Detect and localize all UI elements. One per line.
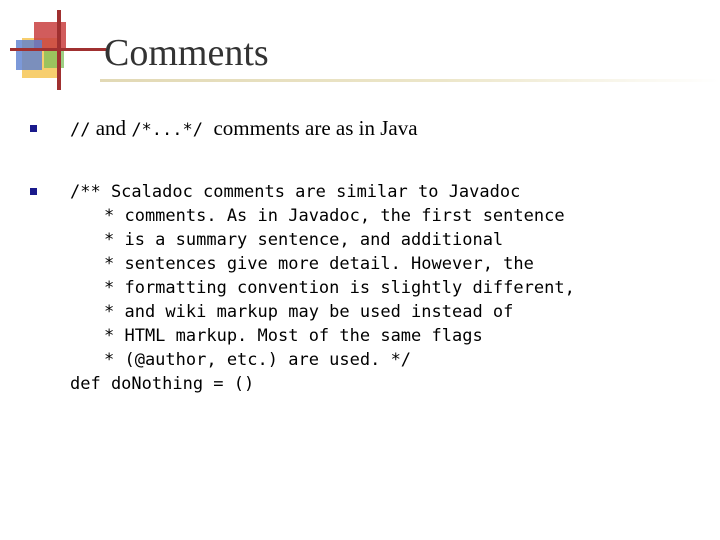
scaladoc-code-block: /** Scaladoc comments are similar to Jav… [70,180,575,396]
code-line: * formatting convention is slightly diff… [104,278,575,298]
code-line: * sentences give more detail. However, t… [104,254,534,274]
bullet-java-comments: // and /*...*/ comments are as in Java [70,116,418,141]
code-line: /** Scaladoc comments are similar to Jav… [70,182,521,202]
code-line: * and wiki markup may be used instead of [104,302,514,322]
text-as-in-java: comments are as in Java [202,116,418,140]
title-underline [100,79,720,82]
code-line-comment: // [70,120,91,140]
page-title: Comments [104,32,269,74]
code-block-comment: /*...*/ [131,120,203,140]
code-line: * is a summary sentence, and additional [104,230,504,250]
code-line: * (@author, etc.) are used. */ [104,350,412,370]
decorative-squares-logo-icon [10,10,106,90]
square-bullet-icon [30,125,37,132]
square-bullet-icon [30,188,37,195]
code-line: * HTML markup. Most of the same flags [104,326,483,346]
text-and: and [90,116,132,140]
code-line: * comments. As in Javadoc, the first sen… [104,206,565,226]
code-line: def doNothing = () [70,374,255,394]
